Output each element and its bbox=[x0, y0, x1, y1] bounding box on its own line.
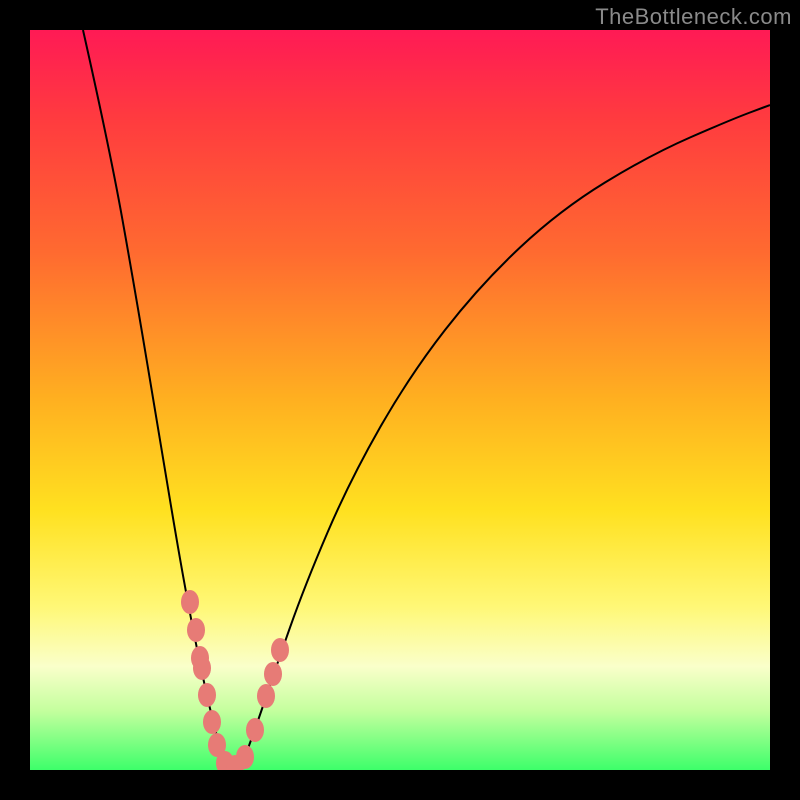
data-dot bbox=[246, 718, 264, 742]
watermark-text: TheBottleneck.com bbox=[595, 4, 792, 30]
right-branch-curve bbox=[240, 105, 770, 770]
chart-frame: TheBottleneck.com bbox=[0, 0, 800, 800]
chart-overlay bbox=[30, 30, 770, 770]
data-dot bbox=[264, 662, 282, 686]
data-dot bbox=[236, 745, 254, 769]
data-dot bbox=[203, 710, 221, 734]
data-dot bbox=[257, 684, 275, 708]
data-dot bbox=[271, 638, 289, 662]
data-dot bbox=[181, 590, 199, 614]
data-dots-group bbox=[181, 590, 289, 770]
plot-area bbox=[30, 30, 770, 770]
data-dot bbox=[198, 683, 216, 707]
data-dot bbox=[187, 618, 205, 642]
data-dot bbox=[193, 656, 211, 680]
